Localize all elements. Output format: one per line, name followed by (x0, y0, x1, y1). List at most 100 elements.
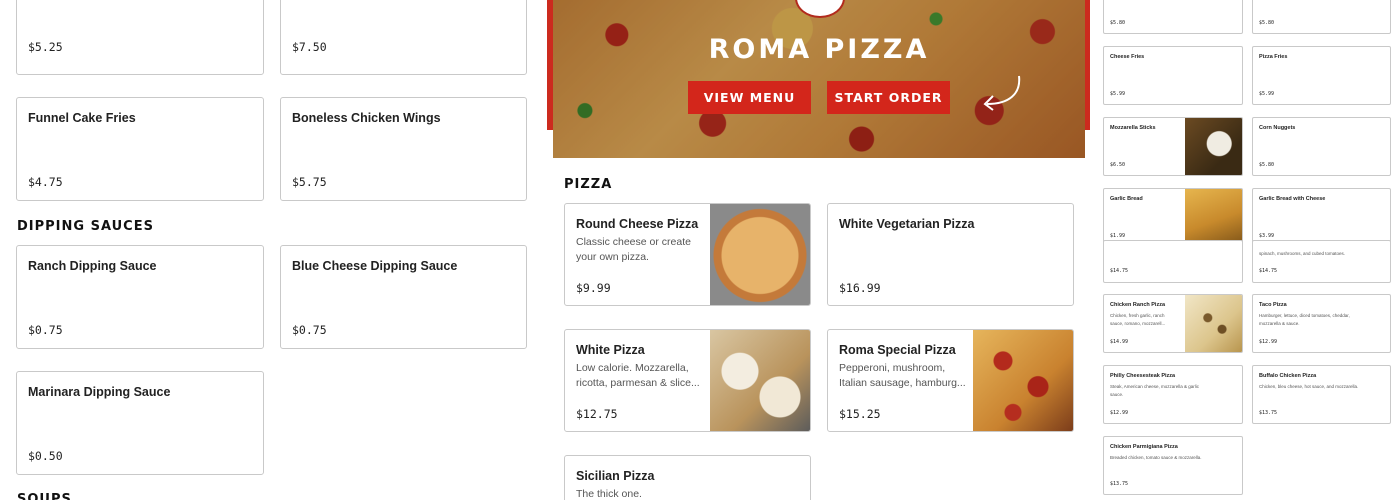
item-description: sauce, romano, mozzarell... (1110, 321, 1166, 326)
menu-item-card[interactable]: Ranch Dipping Sauce $0.75 (16, 245, 264, 349)
item-price: $16.99 (839, 281, 881, 295)
menu-item-card[interactable]: $5.80 (1103, 0, 1243, 34)
item-name: Marinara Dipping Sauce (28, 385, 171, 399)
menu-item-card[interactable]: $5.25 (16, 0, 264, 75)
item-price: $14.75 (1259, 268, 1278, 274)
item-description: Low calorie. Mozzarella, (576, 362, 689, 374)
item-price: $5.80 (1259, 20, 1275, 26)
menu-item-card[interactable]: Marinara Dipping Sauce $0.50 (16, 371, 264, 475)
item-price: $14.75 (1110, 268, 1129, 274)
item-name: Round Cheese Pizza (576, 217, 699, 231)
menu-item-card[interactable]: Sicilian Pizza The thick one. (564, 455, 811, 500)
curved-arrow-icon (983, 75, 1021, 111)
item-description: Italian sausage, hamburg... (839, 377, 966, 389)
item-name: Buffalo Chicken Pizza (1259, 373, 1317, 379)
menu-item-card[interactable]: White Vegetarian Pizza $16.99 (827, 203, 1074, 306)
item-name: Corn Nuggets (1259, 125, 1296, 131)
menu-item-card[interactable]: Cheese Fries $5.99 (1103, 46, 1243, 105)
section-title-dipping-sauces: DIPPING SAUCES (17, 219, 154, 234)
menu-item-card[interactable]: Chicken Parmigiana Pizza Breaded chicken… (1103, 436, 1243, 495)
item-name: Roma Special Pizza (839, 343, 956, 357)
item-description: Steak, American cheese, mozzarella & gar… (1110, 384, 1200, 389)
item-description: Classic cheese or create (576, 236, 691, 248)
item-description: your own pizza. (576, 251, 649, 263)
item-price: $12.75 (576, 407, 618, 421)
item-name: Garlic Bread (1110, 196, 1143, 202)
hero-title: ROMA PIZZA (708, 34, 930, 65)
item-name: Garlic Bread with Cheese (1259, 196, 1326, 202)
item-name: Funnel Cake Fries (28, 111, 136, 125)
item-description: The thick one. (576, 488, 642, 500)
item-name: Mozzarella Sticks (1110, 125, 1156, 131)
item-name: Blue Cheese Dipping Sauce (292, 259, 458, 273)
item-description: sauce. (1110, 392, 1124, 397)
menu-item-card[interactable]: White Pizza Low calorie. Mozzarella, ric… (564, 329, 811, 432)
item-name: Cheese Fries (1110, 54, 1145, 60)
section-title-soups: SOUPS (17, 492, 72, 500)
item-photo (1185, 189, 1242, 246)
item-price: $7.50 (292, 40, 327, 54)
menu-item-card[interactable]: Corn Nuggets $5.80 (1252, 117, 1391, 176)
menu-item-card[interactable]: Chicken Ranch Pizza Chicken, fresh garli… (1103, 294, 1243, 353)
menu-item-card[interactable]: Mozzarella Sticks $6.50 (1103, 117, 1243, 176)
item-price: $13.75 (1259, 410, 1278, 416)
section-title-pizza: PIZZA (564, 177, 613, 192)
item-photo (973, 330, 1073, 431)
menu-item-card[interactable]: Taco Pizza Hamburger, lettuce, diced tom… (1252, 294, 1391, 353)
item-price: $5.80 (1110, 20, 1126, 26)
menu-item-card[interactable]: $5.80 (1252, 0, 1391, 34)
hero-banner: ROMA PIZZA VIEW MENU START ORDER (553, 0, 1085, 158)
item-name: Taco Pizza (1259, 302, 1287, 308)
item-name: Chicken Parmigiana Pizza (1110, 444, 1178, 450)
menu-item-card[interactable]: Buffalo Chicken Pizza Chicken, bleu chee… (1252, 365, 1391, 424)
item-description: Pepperoni, mushroom, (839, 362, 946, 374)
item-name: Chicken Ranch Pizza (1110, 302, 1166, 308)
item-price: $12.99 (1110, 410, 1129, 416)
item-price: $5.99 (1110, 91, 1126, 97)
item-name: Philly Cheesesteak Pizza (1110, 373, 1176, 379)
item-description: ricotta, parmesan & slice... (576, 377, 700, 389)
menu-item-card[interactable]: Boneless Chicken Wings $5.75 (280, 97, 527, 201)
item-name: Boneless Chicken Wings (292, 111, 441, 125)
item-price: $15.25 (839, 407, 881, 421)
menu-item-card[interactable]: Garlic Bread $1.99 (1103, 188, 1243, 247)
menu-item-card[interactable]: Blue Cheese Dipping Sauce $0.75 (280, 245, 527, 349)
item-name: White Vegetarian Pizza (839, 217, 975, 231)
item-description: Hamburger, lettuce, diced tomatoes, ched… (1259, 313, 1350, 318)
item-price: $4.75 (28, 175, 63, 189)
item-price: $6.50 (1110, 162, 1126, 168)
view-menu-button[interactable]: VIEW MENU (688, 81, 811, 114)
item-price: $5.25 (28, 40, 63, 54)
item-price: $3.99 (1259, 233, 1275, 239)
item-price: $0.75 (292, 323, 327, 337)
item-price: $13.75 (1110, 481, 1129, 487)
item-price: $0.50 (28, 449, 63, 463)
item-name: White Pizza (576, 343, 645, 357)
item-description: Breaded chicken, tomato sauce & mozzarel… (1110, 455, 1202, 460)
item-price: $5.75 (292, 175, 327, 189)
menu-item-card[interactable]: spinach, mushrooms, and cubed tomatoes. … (1252, 240, 1391, 283)
item-price: $1.99 (1110, 233, 1126, 239)
menu-item-card[interactable]: Roma Special Pizza Pepperoni, mushroom, … (827, 329, 1074, 432)
item-price: $0.75 (28, 323, 63, 337)
start-order-button[interactable]: START ORDER (827, 81, 950, 114)
menu-item-card[interactable]: Pizza Fries $5.99 (1252, 46, 1391, 105)
item-name: Sicilian Pizza (576, 469, 655, 483)
item-description: spinach, mushrooms, and cubed tomatoes. (1259, 251, 1346, 256)
item-description: Chicken, bleu cheese, hot sauce, and moz… (1259, 384, 1359, 389)
item-photo (1185, 295, 1242, 352)
item-photo (1185, 118, 1242, 175)
item-name: Ranch Dipping Sauce (28, 259, 157, 273)
menu-item-card[interactable]: $14.75 (1103, 240, 1243, 283)
item-photo (710, 330, 810, 431)
item-description: Chicken, fresh garlic, ranch (1110, 313, 1165, 318)
menu-item-card[interactable]: Round Cheese Pizza Classic cheese or cre… (564, 203, 811, 306)
item-description: mozzarella & sauce. (1259, 321, 1300, 326)
item-price: $5.80 (1259, 162, 1275, 168)
item-name: Pizza Fries (1259, 54, 1288, 60)
item-price: $5.99 (1259, 91, 1275, 97)
menu-item-card[interactable]: Garlic Bread with Cheese $3.99 (1252, 188, 1391, 247)
menu-item-card[interactable]: Philly Cheesesteak Pizza Steak, American… (1103, 365, 1243, 424)
menu-item-card[interactable]: $7.50 (280, 0, 527, 75)
menu-item-card[interactable]: Funnel Cake Fries $4.75 (16, 97, 264, 201)
